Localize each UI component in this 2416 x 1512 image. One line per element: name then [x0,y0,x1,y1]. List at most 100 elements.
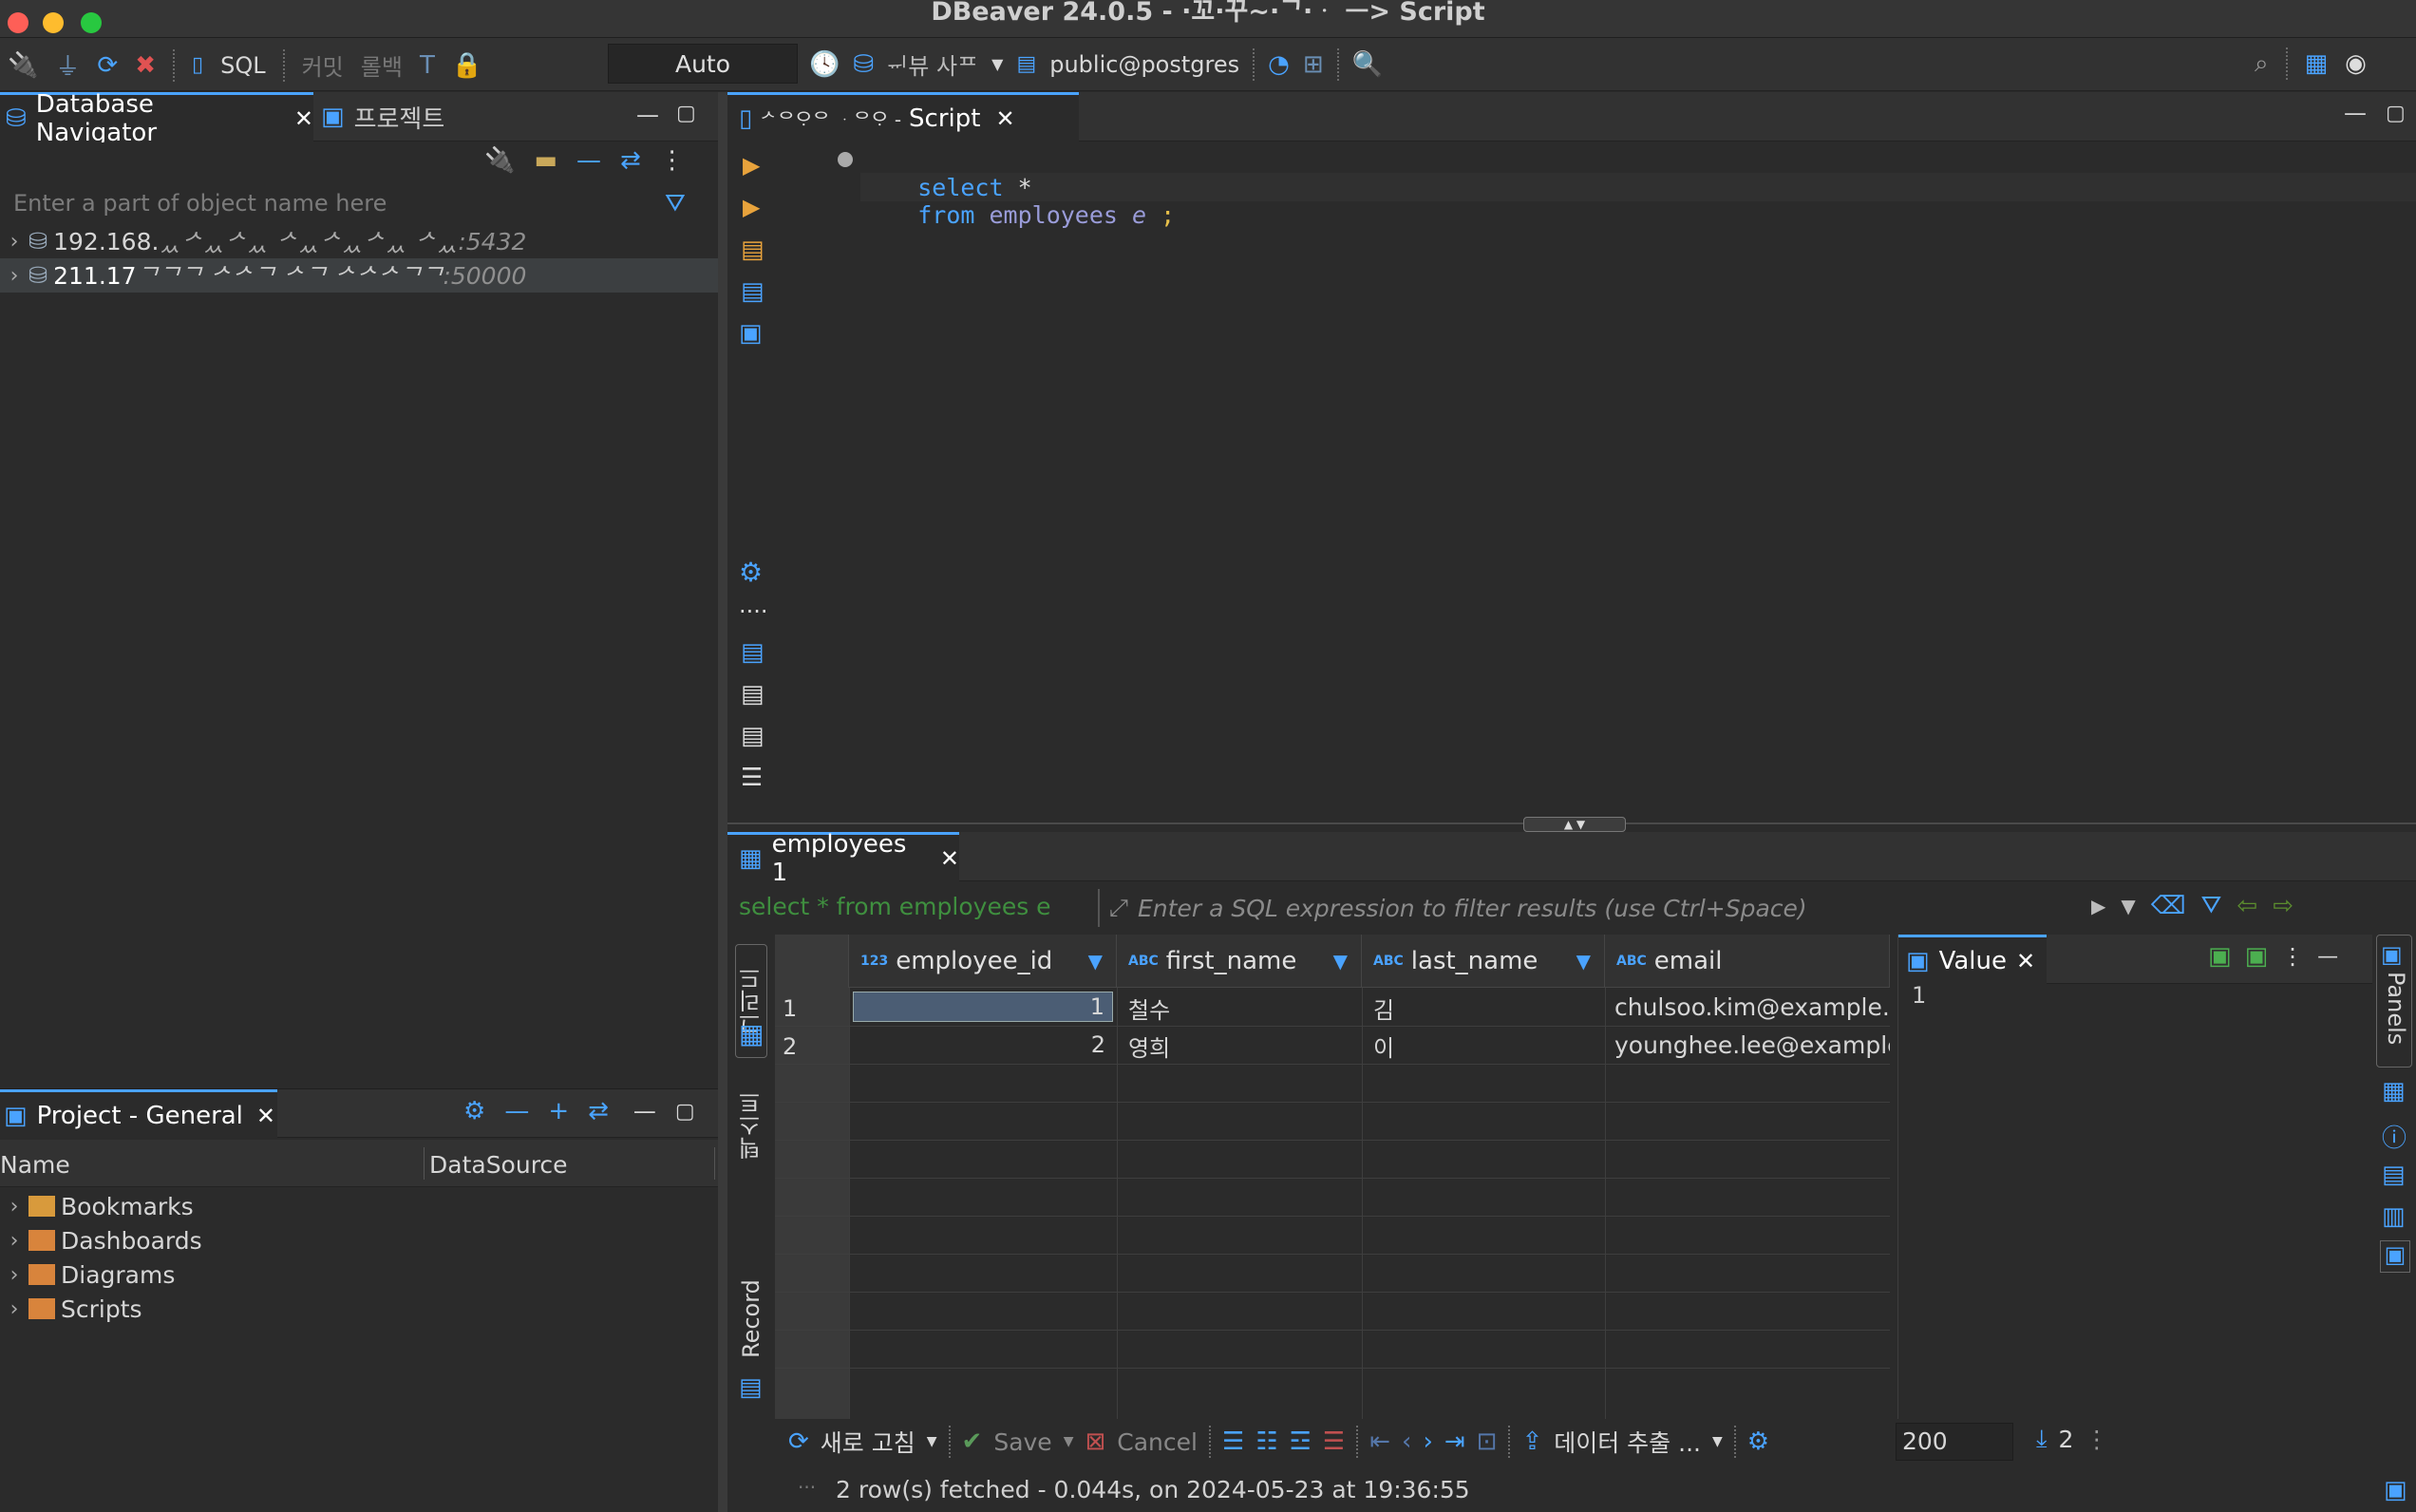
column-header-first-name[interactable]: ABC first_name ▼ [1117,935,1362,988]
fetch-size-input[interactable]: 200 [1896,1423,2013,1461]
load-plan-icon[interactable]: ▤ [741,680,764,709]
avatar-icon[interactable]: ◉ [2345,49,2367,78]
commit-button[interactable]: 커밋 [302,48,344,82]
tree-item-scripts[interactable]: › Scripts [0,1292,142,1326]
chevron-down-icon[interactable]: ▼ [1064,1434,1074,1449]
schema-selector[interactable]: public@postgres [1049,51,1239,78]
record-icon[interactable]: ▤ [739,1373,763,1402]
column-datasource[interactable]: DataSource [429,1151,568,1179]
back-arrow-icon[interactable]: ⇦ [2237,892,2257,920]
cancel-button[interactable]: Cancel [1117,1428,1198,1456]
info-icon[interactable]: ⓘ [2382,1119,2407,1154]
grouping-icon[interactable]: ▥ [2382,1202,2406,1231]
navigator-filter-input[interactable]: Enter a part of object name here ⛛ [0,184,718,222]
filter-icon[interactable]: ⛛ [665,189,686,218]
perspective-icon[interactable]: ▦ [2305,49,2329,78]
copy-row-icon[interactable]: ☲ [1290,1427,1312,1456]
filter-input[interactable]: ⤢ Enter a SQL expression to filter resul… [1098,889,2057,927]
cell-email[interactable]: chulsoo.kim@example.c [1614,993,1890,1021]
datasource-icon[interactable]: ⛁ [853,50,874,79]
calculator-icon[interactable]: ▤ [2382,1161,2406,1189]
new-connection-icon[interactable]: 🔌 [8,51,38,80]
script-new-tab-icon[interactable]: ▤ [741,277,764,306]
sql-editor[interactable]: select * from employees e ; [775,142,2416,822]
filter-history-icon[interactable]: ▼ [2121,895,2135,917]
datasource-selector[interactable]: ᆔ뷰 사ᄑ [887,47,978,81]
apply-filter-icon[interactable]: ▶ [2091,895,2105,917]
more-icon[interactable]: ⋮ [660,146,685,175]
terminal-icon[interactable]: ▣ [739,319,763,348]
settings-icon[interactable]: ⚙ [739,557,763,588]
value-viewer-icon[interactable]: ▣ [2380,1240,2410,1273]
tab-script[interactable]: ▯ ᄼᄋᄋᆞᄋ ᆞᄋᄋᆞ - Script ✕ [727,92,1079,142]
collapse-icon[interactable]: — [504,1097,529,1125]
sort-filter-icon[interactable]: ▼ [1333,950,1348,973]
link-icon[interactable]: ⇄ [588,1097,609,1125]
close-icon[interactable]: ✕ [940,845,959,872]
next-page-icon[interactable]: › [1423,1427,1432,1456]
tab-project[interactable]: ▣ 프로젝트 [321,92,444,142]
save-to-file-icon[interactable]: ▣ [2245,942,2269,971]
chevron-down-icon[interactable]: ▼ [1712,1434,1723,1449]
chevron-down-icon[interactable]: ▼ [991,55,1003,73]
export-button[interactable]: 데이터 추출 ... [1554,1425,1701,1459]
refresh-button[interactable]: 새로 고침 [821,1425,915,1459]
connection-item[interactable]: › ⛁ 192.168. ᆻᄼᆻᄼᆻ ᄼᆻᄼᆻᄼᆻ ᄼᆻ :5432 [0,224,718,258]
tab-database-navigator[interactable]: ⛁ Database Navigator ✕ [0,90,313,147]
sort-filter-icon[interactable]: ▼ [1576,950,1591,973]
tree-item-diagrams[interactable]: › Diagrams [0,1257,176,1292]
cell-employee-id[interactable]: 2 [853,1031,1113,1058]
table-row[interactable]: 1 1 철수 김 chulsoo.kim@example.c [775,988,1890,1026]
connection-item[interactable]: › ⛁ 211.17 ᄀᄀᄀ ᄼᄼᄀ ᄼᄀ ᄼᄼᄼᄀᄀ :50000 [0,258,718,293]
maximize-icon[interactable]: ▢ [676,102,696,125]
close-icon[interactable]: ✕ [294,105,313,132]
add-row-icon[interactable]: ☷ [1255,1427,1277,1456]
close-icon[interactable]: ✕ [2016,948,2035,974]
search-icon[interactable]: 🔍 [1352,50,1383,79]
global-search-icon[interactable]: ⌕ [2255,49,2269,79]
sql-button[interactable]: SQL [220,52,266,79]
cell-email[interactable]: younghee.lee@example [1614,1031,1890,1059]
chevron-right-icon[interactable]: › [0,230,28,254]
export-icon[interactable]: ⇪ [1521,1427,1542,1456]
execute-statement-icon[interactable]: ▶ [743,152,760,179]
minimize-icon[interactable]: — [633,1098,656,1125]
more-icon[interactable]: ⋮ [2281,943,2304,970]
invalidate-icon[interactable]: ⟳ [97,51,118,80]
more-icon[interactable]: ⋮ [2085,1426,2108,1453]
close-icon[interactable]: ✕ [256,1103,275,1129]
column-header-email[interactable]: ABC email [1605,935,1890,988]
edit-row-icon[interactable]: ☰ [1222,1427,1244,1456]
cell-first-name[interactable]: 철수 [1128,992,1356,1025]
column-header-employee-id[interactable]: 123 employee_id ▼ [849,935,1117,988]
export-icon[interactable]: ▤ [741,638,764,667]
sort-filter-icon[interactable]: ▼ [1088,950,1103,973]
execute-script-icon[interactable]: ▤ [741,236,764,264]
chevron-right-icon[interactable]: › [0,1229,28,1253]
close-icon[interactable]: ✕ [995,105,1014,132]
query-text[interactable]: select * from employees e [739,893,1090,920]
new-folder-icon[interactable]: ▬ [534,146,557,175]
cell-employee-id[interactable]: 1 [853,992,1113,1022]
variables-icon[interactable]: ▤ [741,722,764,750]
chevron-down-icon[interactable]: ▼ [927,1434,937,1449]
maximize-icon[interactable]: ▢ [675,1100,695,1124]
panels-tab[interactable]: ▣ Panels [2376,935,2412,1068]
lock-icon[interactable]: 🔒 [452,51,482,80]
table-row[interactable]: 2 2 영희 이 younghee.lee@example [775,1026,1890,1064]
cell-last-name[interactable]: 김 [1373,992,1601,1025]
row-number-header[interactable] [775,935,849,988]
tab-text-view[interactable]: 텍스트 [735,1073,767,1178]
maximize-icon[interactable]: ▢ [2386,102,2406,125]
outline-icon[interactable]: ☰ [741,764,763,792]
connect-icon[interactable]: ⏚ [55,47,80,83]
forward-arrow-icon[interactable]: ⇨ [2273,892,2293,920]
link-editor-icon[interactable]: ⇄ [620,146,641,175]
disconnect-icon[interactable]: ✖ [135,51,156,80]
settings-icon[interactable]: ⚙ [463,1097,485,1125]
tree-item-dashboards[interactable]: › Dashboards [0,1223,202,1257]
tab-results[interactable]: ▦ employees 1 ✕ [727,830,959,887]
minimize-icon[interactable]: — [2344,100,2367,126]
save-icon[interactable]: ▣ [2208,942,2232,971]
cell-last-name[interactable]: 이 [1373,1030,1601,1063]
